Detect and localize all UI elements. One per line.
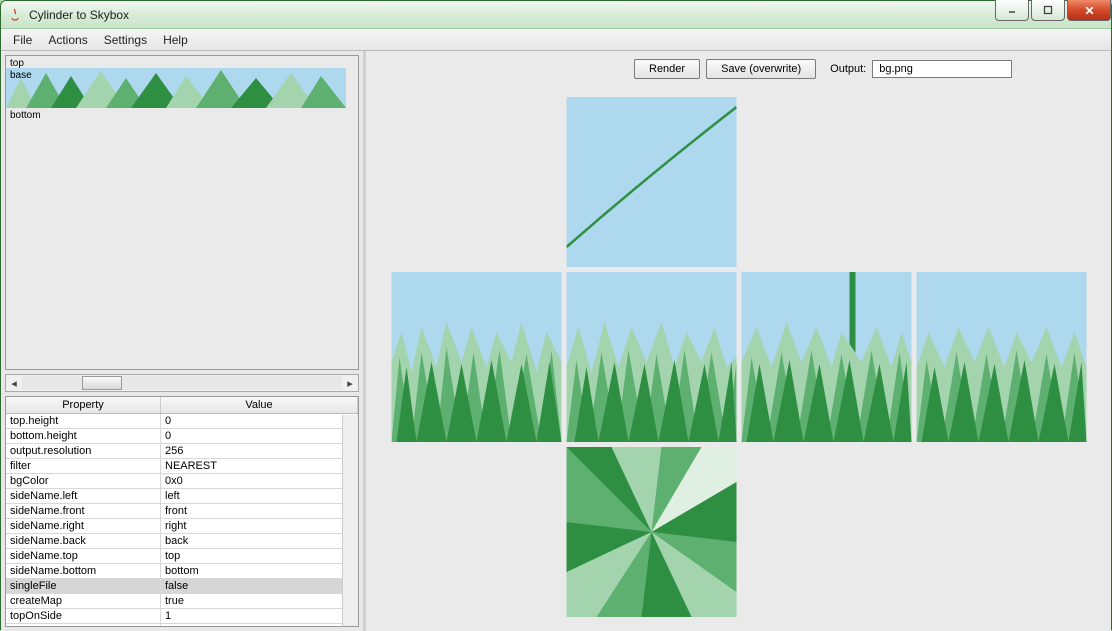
scroll-thumb[interactable] <box>82 376 122 390</box>
scroll-right-icon[interactable]: ▸ <box>342 375 358 391</box>
table-row[interactable]: sideName.frontfront <box>6 504 358 519</box>
skybox-face-left <box>391 272 561 442</box>
property-value[interactable]: 0x0 <box>161 474 358 488</box>
java-icon <box>7 7 23 23</box>
preview-image <box>6 68 346 108</box>
left-pane: top <box>1 51 366 631</box>
skybox-face-right <box>741 272 911 442</box>
property-value[interactable]: false <box>161 579 358 593</box>
toolbar: Render Save (overwrite) Output: <box>366 51 1111 87</box>
minimize-button[interactable] <box>995 0 1029 21</box>
property-header-prop: Property <box>6 397 161 413</box>
table-row[interactable]: filterNEAREST <box>6 459 358 474</box>
property-value[interactable]: left <box>161 489 358 503</box>
preview-horizontal-scrollbar[interactable]: ◂ ▸ <box>5 374 359 392</box>
table-row[interactable]: createMaptrue <box>6 594 358 609</box>
table-row[interactable]: sideName.leftleft <box>6 489 358 504</box>
property-name: topOnSide <box>6 609 161 623</box>
property-value[interactable]: 256 <box>161 444 358 458</box>
scroll-left-icon[interactable]: ◂ <box>6 375 22 391</box>
app-window: Cylinder to Skybox File Actions Settings… <box>0 0 1112 630</box>
close-button[interactable] <box>1067 0 1111 21</box>
table-row[interactable]: bgColor0x0 <box>6 474 358 489</box>
property-value[interactable]: back <box>161 534 358 548</box>
output-field[interactable] <box>872 60 1012 78</box>
property-name: bgColor <box>6 474 161 488</box>
content-area: top <box>1 51 1111 631</box>
table-row[interactable]: bottomOnSide1 <box>6 624 358 627</box>
table-row[interactable]: sideName.backback <box>6 534 358 549</box>
table-row[interactable]: singleFilefalse <box>6 579 358 594</box>
table-row[interactable]: sideName.bottombottom <box>6 564 358 579</box>
property-name: bottomOnSide <box>6 624 161 627</box>
property-header-val: Value <box>161 397 358 413</box>
property-value[interactable]: true <box>161 594 358 608</box>
skybox-face-top <box>566 97 736 267</box>
property-value[interactable]: right <box>161 519 358 533</box>
menu-help[interactable]: Help <box>155 31 196 49</box>
property-name: createMap <box>6 594 161 608</box>
property-value[interactable]: 0 <box>161 429 358 443</box>
right-pane: Render Save (overwrite) Output: <box>366 51 1111 631</box>
preview-base-label: base <box>10 70 32 81</box>
property-name: sideName.top <box>6 549 161 563</box>
property-name: sideName.back <box>6 534 161 548</box>
property-name: output.resolution <box>6 444 161 458</box>
property-name: sideName.front <box>6 504 161 518</box>
menubar: File Actions Settings Help <box>1 29 1111 51</box>
table-row[interactable]: top.height0 <box>6 414 358 429</box>
property-name: sideName.bottom <box>6 564 161 578</box>
scroll-track[interactable] <box>22 376 342 390</box>
property-name: top.height <box>6 414 161 428</box>
menu-file[interactable]: File <box>5 31 40 49</box>
titlebar: Cylinder to Skybox <box>1 1 1111 29</box>
property-table-header: Property Value <box>6 397 358 414</box>
property-value[interactable]: 1 <box>161 609 358 623</box>
skybox-view <box>366 87 1111 631</box>
property-value[interactable]: front <box>161 504 358 518</box>
skybox-face-bottom <box>566 447 736 617</box>
window-controls <box>995 0 1111 21</box>
table-row[interactable]: bottom.height0 <box>6 429 358 444</box>
property-value[interactable]: 0 <box>161 414 358 428</box>
window-title: Cylinder to Skybox <box>29 8 1105 22</box>
property-name: bottom.height <box>6 429 161 443</box>
table-row[interactable]: sideName.rightright <box>6 519 358 534</box>
menu-actions[interactable]: Actions <box>40 31 95 49</box>
save-button[interactable]: Save (overwrite) <box>706 59 816 79</box>
skybox-face-back <box>916 272 1086 442</box>
property-value[interactable]: 1 <box>161 624 358 627</box>
output-label: Output: <box>830 63 866 75</box>
property-value[interactable]: bottom <box>161 564 358 578</box>
skybox-cross-layout <box>391 97 1086 617</box>
property-name: sideName.left <box>6 489 161 503</box>
maximize-button[interactable] <box>1031 0 1065 21</box>
render-button[interactable]: Render <box>634 59 700 79</box>
property-name: filter <box>6 459 161 473</box>
property-table-scrollbar[interactable] <box>342 415 358 626</box>
property-name: sideName.right <box>6 519 161 533</box>
property-value[interactable]: NEAREST <box>161 459 358 473</box>
table-row[interactable]: sideName.toptop <box>6 549 358 564</box>
table-row[interactable]: output.resolution256 <box>6 444 358 459</box>
skybox-face-front <box>566 272 736 442</box>
cylinder-preview[interactable]: top <box>5 55 359 370</box>
property-value[interactable]: top <box>161 549 358 563</box>
preview-bottom-label: bottom <box>10 110 41 121</box>
property-table[interactable]: Property Value top.height0bottom.height0… <box>5 396 359 627</box>
table-row[interactable]: topOnSide1 <box>6 609 358 624</box>
property-name: singleFile <box>6 579 161 593</box>
menu-settings[interactable]: Settings <box>96 31 155 49</box>
